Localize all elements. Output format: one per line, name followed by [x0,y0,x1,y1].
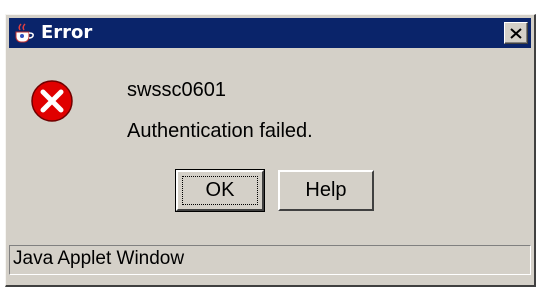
title-bar[interactable]: Error [9,18,531,48]
focus-ring [182,176,258,205]
status-bar-text: Java Applet Window [13,248,185,269]
close-x-icon [510,27,522,39]
error-message: Authentication failed. [127,120,313,142]
error-dialog-window: Error swssc0601 Authentication failed. O… [5,14,536,287]
window-title: Error [41,22,93,43]
error-icon [30,79,74,123]
close-button[interactable] [504,22,528,44]
status-bar: Java Applet Window [9,245,531,275]
ok-button[interactable]: OK [175,169,265,212]
help-button-label: Help [305,179,347,201]
error-code: swssc0601 [127,79,226,101]
help-button[interactable]: Help [278,170,374,211]
java-cup-icon [13,23,35,43]
